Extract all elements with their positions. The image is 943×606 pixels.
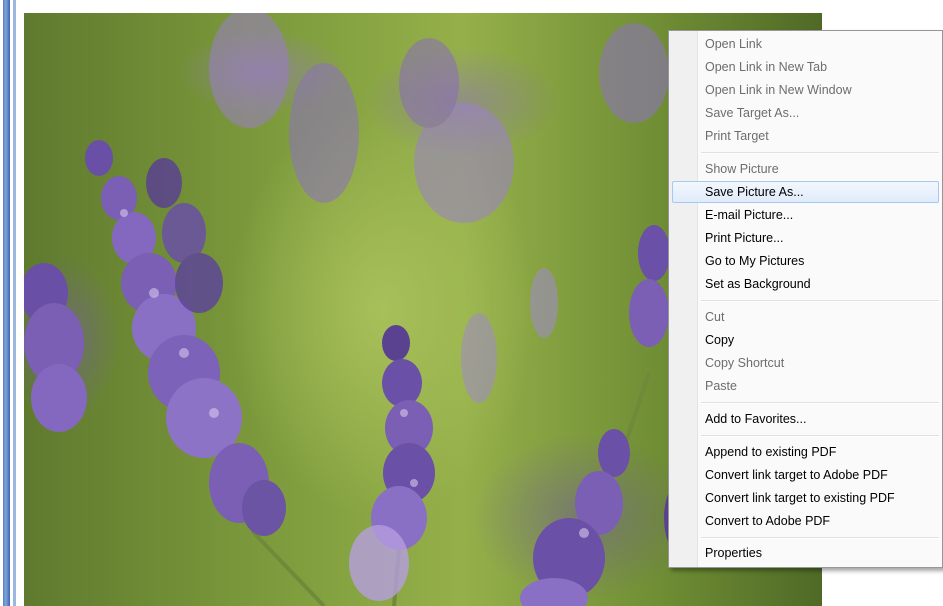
- background-blooms: [209, 13, 669, 403]
- menu-item-cut[interactable]: Cut: [672, 306, 939, 328]
- lavender-spike-bottom-right: [520, 429, 630, 606]
- menu-separator: [701, 537, 939, 539]
- menu-item-copy[interactable]: Copy: [672, 329, 939, 351]
- menu-item-save-target-as[interactable]: Save Target As...: [672, 102, 939, 124]
- menu-separator: [701, 300, 939, 302]
- menu-item-open-link-new-window[interactable]: Open Link in New Window: [672, 79, 939, 101]
- menu-item-copy-shortcut[interactable]: Copy Shortcut: [672, 352, 939, 374]
- menu-item-save-picture-as[interactable]: Save Picture As...: [672, 181, 939, 203]
- menu-separator: [701, 152, 939, 154]
- lavender-spike-center: [349, 325, 435, 601]
- menu-item-email-picture[interactable]: E-mail Picture...: [672, 204, 939, 226]
- menu-item-convert-to-adobe-pdf[interactable]: Convert to Adobe PDF: [672, 510, 939, 532]
- menu-item-set-as-background[interactable]: Set as Background: [672, 273, 939, 295]
- lavender-spike-left: [85, 140, 286, 536]
- menu-item-open-link-new-tab[interactable]: Open Link in New Tab: [672, 56, 939, 78]
- menu-item-convert-link-target-to-adobe-pdf[interactable]: Convert link target to Adobe PDF: [672, 464, 939, 486]
- menu-separator: [701, 435, 939, 437]
- lavender-spike-far-left: [24, 263, 87, 432]
- menu-item-show-picture[interactable]: Show Picture: [672, 158, 939, 180]
- menu-item-convert-link-target-to-existing-pdf[interactable]: Convert link target to existing PDF: [672, 487, 939, 509]
- menu-item-paste[interactable]: Paste: [672, 375, 939, 397]
- menu-item-append-to-existing-pdf[interactable]: Append to existing PDF: [672, 441, 939, 463]
- menu-item-go-to-my-pictures[interactable]: Go to My Pictures: [672, 250, 939, 272]
- menu-item-print-target[interactable]: Print Target: [672, 125, 939, 147]
- menu-item-print-picture[interactable]: Print Picture...: [672, 227, 939, 249]
- menu-item-properties[interactable]: Properties: [672, 542, 939, 564]
- menu-separator: [701, 402, 939, 404]
- context-menu[interactable]: Open Link Open Link in New Tab Open Link…: [668, 30, 943, 568]
- window-left-border: [0, 0, 18, 606]
- menu-item-open-link[interactable]: Open Link: [672, 33, 939, 55]
- menu-item-add-to-favorites[interactable]: Add to Favorites...: [672, 408, 939, 430]
- window-frame-edge: [13, 0, 16, 606]
- window-frame-bar: [3, 0, 10, 606]
